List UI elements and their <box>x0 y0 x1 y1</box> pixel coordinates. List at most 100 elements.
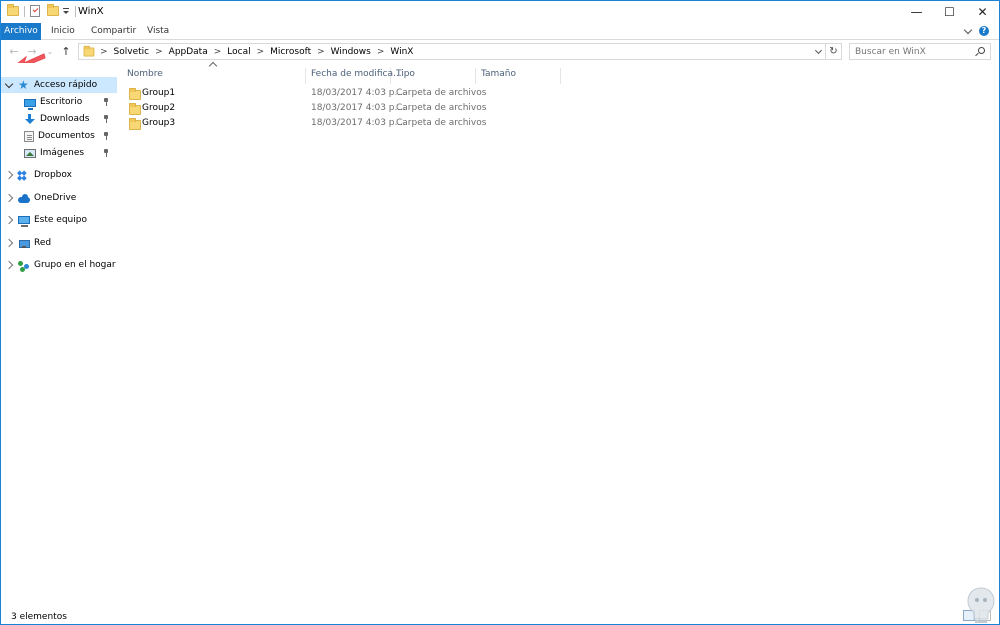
folder-icon <box>7 4 19 16</box>
status-bar: 3 elementos <box>1 608 999 624</box>
network-icon <box>18 238 30 249</box>
properties-icon[interactable] <box>30 5 40 17</box>
column-header-fecha[interactable]: Fecha de modifica... <box>306 68 402 84</box>
breadcrumb-separator[interactable]: > <box>100 47 108 57</box>
breadcrumb-local[interactable]: Local <box>227 47 250 57</box>
sidebar-item-label: Downloads <box>40 114 90 124</box>
search-box[interactable] <box>849 43 991 60</box>
expand-icon[interactable] <box>4 260 14 270</box>
sidebar-item-label: Imágenes <box>40 148 85 158</box>
sidebar-item-onedrive[interactable]: OneDrive <box>1 190 117 206</box>
address-history-button[interactable] <box>811 44 825 59</box>
search-input[interactable] <box>850 44 970 59</box>
new-folder-icon[interactable] <box>47 4 59 16</box>
file-name: Group3 <box>142 118 176 128</box>
sidebar-item-imagenes[interactable]: Imágenes <box>1 145 117 161</box>
sidebar-item-documentos[interactable]: Documentos <box>1 128 117 144</box>
cloud-icon <box>18 193 30 204</box>
expand-icon[interactable] <box>4 170 14 180</box>
tab-inicio[interactable]: Inicio <box>51 23 75 40</box>
expand-icon[interactable] <box>4 238 14 248</box>
breadcrumb-separator[interactable]: > <box>317 47 325 57</box>
star-icon: ★ <box>18 77 29 92</box>
table-row[interactable]: Group2 18/03/2017 4:03 p.... Carpeta de … <box>117 102 486 117</box>
ribbon-tabs: Archivo Inicio Compartir Vista ? <box>1 23 999 40</box>
breadcrumb-winx[interactable]: WinX <box>390 47 413 57</box>
table-row[interactable]: Group3 18/03/2017 4:03 p.... Carpeta de … <box>117 117 486 132</box>
file-type: Carpeta de archivos <box>396 88 487 98</box>
breadcrumb-windows[interactable]: Windows <box>331 47 371 57</box>
breadcrumb-microsoft[interactable]: Microsoft <box>270 47 311 57</box>
pin-icon[interactable] <box>103 115 109 123</box>
qat-separator <box>24 5 25 17</box>
homegroup-icon <box>18 260 30 271</box>
sidebar-item-este-equipo[interactable]: Este equipo <box>1 212 117 228</box>
help-icon[interactable]: ? <box>979 26 989 36</box>
folder-icon <box>129 118 141 130</box>
address-controls: ↻ <box>811 44 841 59</box>
dropbox-icon <box>17 169 30 182</box>
item-count: 3 elementos <box>11 612 67 622</box>
folder-icon <box>83 45 95 56</box>
breadcrumb-appdata[interactable]: AppData <box>169 47 208 57</box>
sidebar-item-dropbox[interactable]: Dropbox <box>1 167 117 183</box>
address-bar[interactable]: > Solvetic > AppData > Local > Microsoft… <box>78 43 842 60</box>
documents-icon <box>24 130 34 142</box>
pictures-icon <box>24 148 36 158</box>
file-date: 18/03/2017 4:03 p.... <box>311 118 406 128</box>
tab-vista[interactable]: Vista <box>147 23 169 40</box>
breadcrumb-solvetic[interactable]: Solvetic <box>114 47 150 57</box>
column-header-nombre[interactable]: Nombre <box>122 68 306 84</box>
search-icon[interactable] <box>978 47 985 54</box>
file-name: Group2 <box>142 103 176 113</box>
file-type: Carpeta de archivos <box>396 118 487 128</box>
ribbon-controls: ? <box>963 25 989 36</box>
tab-compartir[interactable]: Compartir <box>91 23 136 40</box>
column-headers: Nombre Fecha de modifica... Tipo Tamaño <box>117 68 999 84</box>
file-type: Carpeta de archivos <box>396 103 487 113</box>
sidebar-item-acceso-rapido[interactable]: ★ Acceso rápido <box>1 77 117 93</box>
customize-qat-icon[interactable] <box>62 6 70 16</box>
download-icon <box>24 113 36 125</box>
tab-archivo[interactable]: Archivo <box>1 23 41 40</box>
column-header-tipo[interactable]: Tipo <box>391 68 476 84</box>
desktop-icon <box>24 98 36 110</box>
up-button[interactable]: ↑ <box>59 44 73 58</box>
sidebar-item-downloads[interactable]: Downloads <box>1 111 117 127</box>
window-title: WinX <box>78 6 104 17</box>
expand-ribbon-icon[interactable] <box>963 25 973 34</box>
folder-icon <box>129 88 141 100</box>
sidebar-item-label: Escritorio <box>40 97 83 107</box>
breadcrumb-separator[interactable]: > <box>214 47 222 57</box>
sidebar-item-label: Dropbox <box>34 170 72 180</box>
site-logo-icon <box>967 587 995 623</box>
sidebar-item-grupo-hogar[interactable]: Grupo en el hogar <box>1 257 117 273</box>
breadcrumb-separator[interactable]: > <box>155 47 163 57</box>
table-row[interactable]: Group1 18/03/2017 4:03 p.... Carpeta de … <box>117 87 486 102</box>
file-date: 18/03/2017 4:03 p.... <box>311 103 406 113</box>
maximize-button[interactable]: ☐ <box>933 1 966 23</box>
qat-separator <box>75 5 76 17</box>
sidebar-item-red[interactable]: Red <box>1 235 117 251</box>
pin-icon[interactable] <box>103 98 109 106</box>
file-name: Group1 <box>142 88 176 98</box>
refresh-button[interactable]: ↻ <box>825 44 841 59</box>
explorer-window: WinX — ☐ ✕ Archivo Inicio Compartir Vist… <box>0 0 1000 625</box>
sidebar-item-escritorio[interactable]: Escritorio <box>1 94 117 110</box>
column-header-tamano[interactable]: Tamaño <box>476 68 561 84</box>
expand-icon[interactable] <box>4 215 14 225</box>
chevron-down-icon <box>814 46 822 54</box>
pin-icon[interactable] <box>103 149 109 157</box>
window-controls: — ☐ ✕ <box>900 1 999 23</box>
pin-icon[interactable] <box>103 132 109 140</box>
breadcrumb-separator[interactable]: > <box>257 47 265 57</box>
title-bar: WinX — ☐ ✕ <box>1 1 999 23</box>
sidebar-item-label: Grupo en el hogar <box>34 260 116 270</box>
close-button[interactable]: ✕ <box>966 1 999 23</box>
expand-icon[interactable] <box>4 193 14 203</box>
sidebar-item-label: Red <box>34 238 52 248</box>
breadcrumb-separator[interactable]: > <box>377 47 385 57</box>
minimize-button[interactable]: — <box>900 1 933 23</box>
expand-icon[interactable] <box>4 79 14 88</box>
computer-icon <box>18 216 30 227</box>
